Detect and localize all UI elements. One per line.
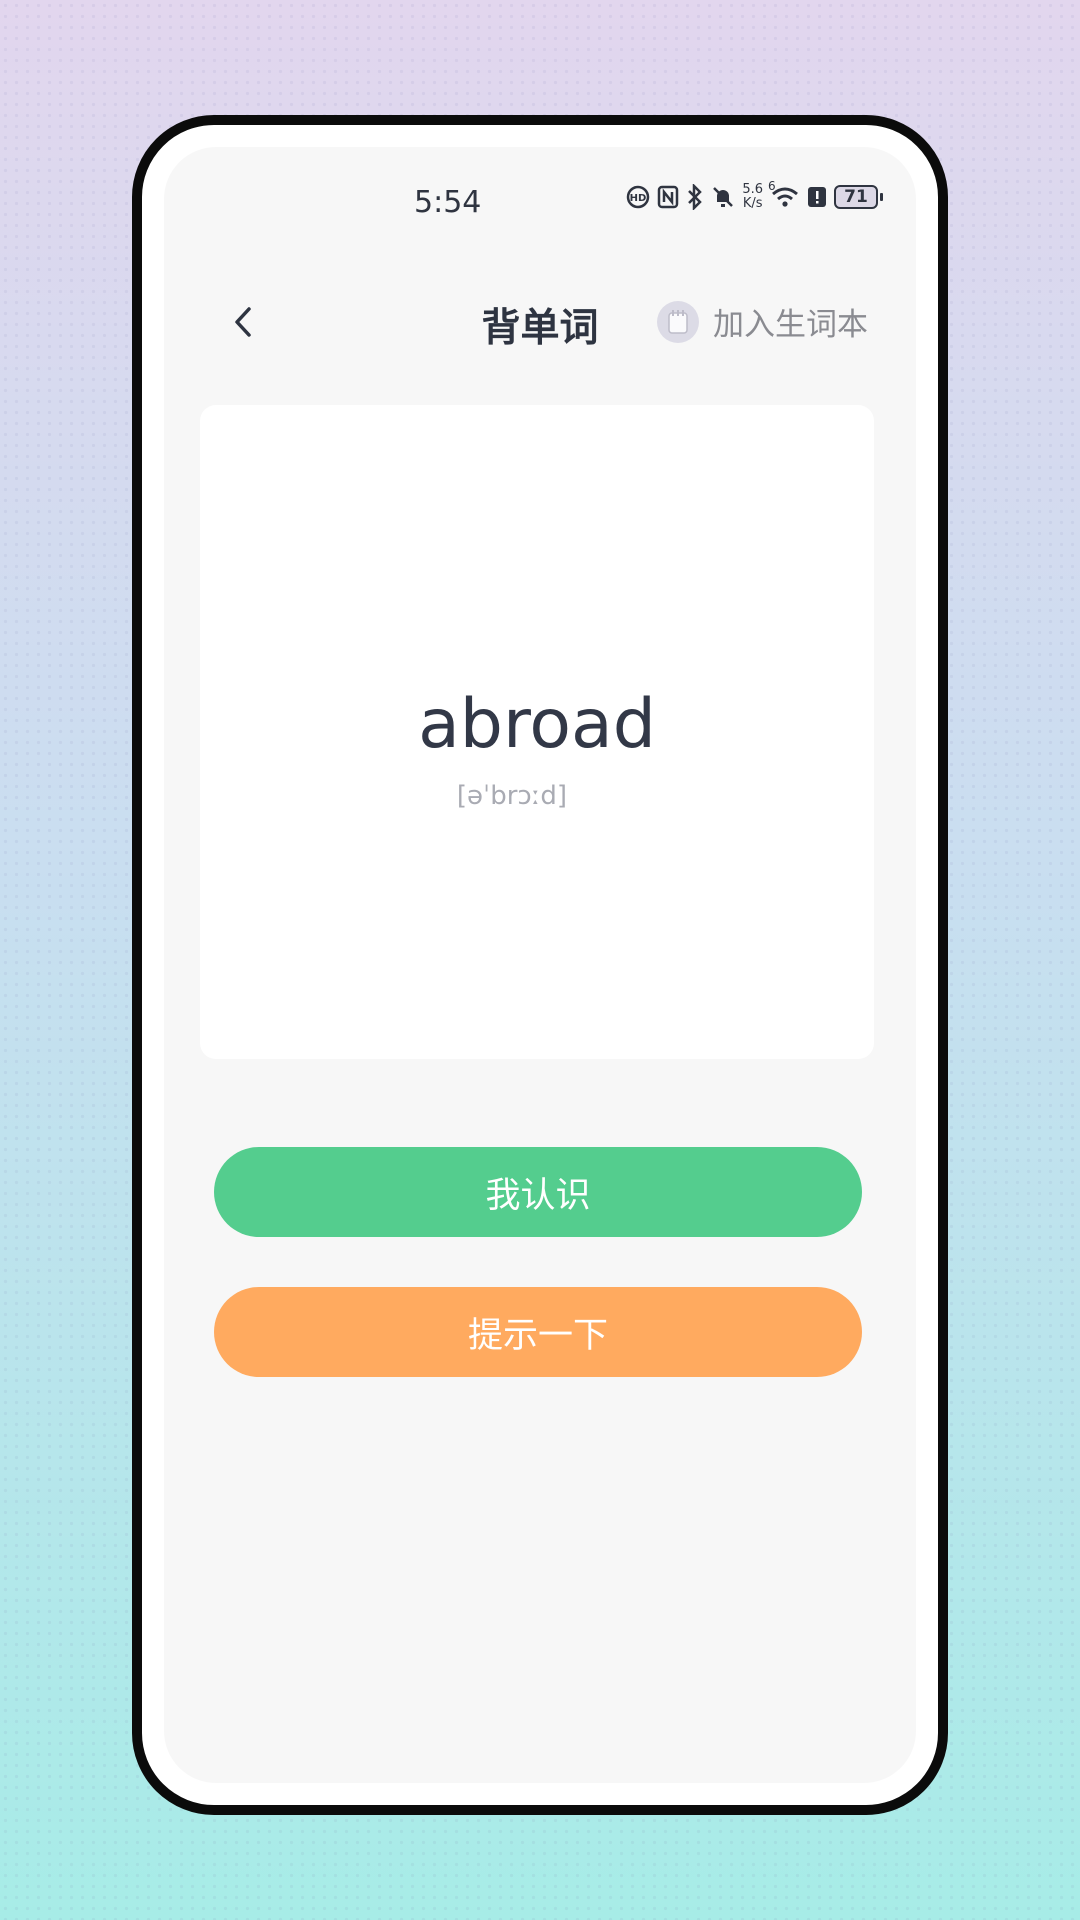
word-card: abroad [əˈbrɔːd] — [200, 405, 874, 1059]
battery-icon: 71 — [834, 185, 883, 209]
svg-text:HD: HD — [630, 193, 647, 204]
i-know-button[interactable]: 我认识 — [214, 1147, 862, 1237]
network-label: 6 — [768, 179, 776, 193]
net-speed: 5.6 K/s — [742, 183, 763, 211]
net-speed-unit: K/s — [742, 196, 763, 211]
hd-icon: HD — [626, 185, 650, 209]
alert-icon — [807, 185, 827, 209]
app-screen: 5:54 HD 5.6 K/s 6 71 背单词 加入生词本 abroad [ə… — [164, 147, 916, 1783]
add-to-vocab-label: 加入生词本 — [713, 307, 868, 343]
phonetic-text: [əˈbrɔːd] — [456, 781, 568, 811]
add-to-vocab-button[interactable]: 加入生词本 — [657, 299, 868, 344]
net-speed-value: 5.6 — [742, 182, 763, 197]
status-icons: HD 5.6 K/s 6 71 — [626, 179, 883, 211]
bluetooth-icon — [686, 184, 704, 210]
phone-frame: 5:54 HD 5.6 K/s 6 71 背单词 加入生词本 abroad [ə… — [132, 115, 948, 1815]
notebook-icon — [657, 300, 699, 343]
hint-button[interactable]: 提示一下 — [214, 1287, 862, 1377]
word-text: abroad — [418, 685, 656, 764]
bell-muted-icon — [711, 185, 735, 209]
wifi-icon: 6 — [768, 179, 800, 209]
nfc-icon — [657, 185, 679, 209]
status-time: 5:54 — [414, 185, 482, 220]
